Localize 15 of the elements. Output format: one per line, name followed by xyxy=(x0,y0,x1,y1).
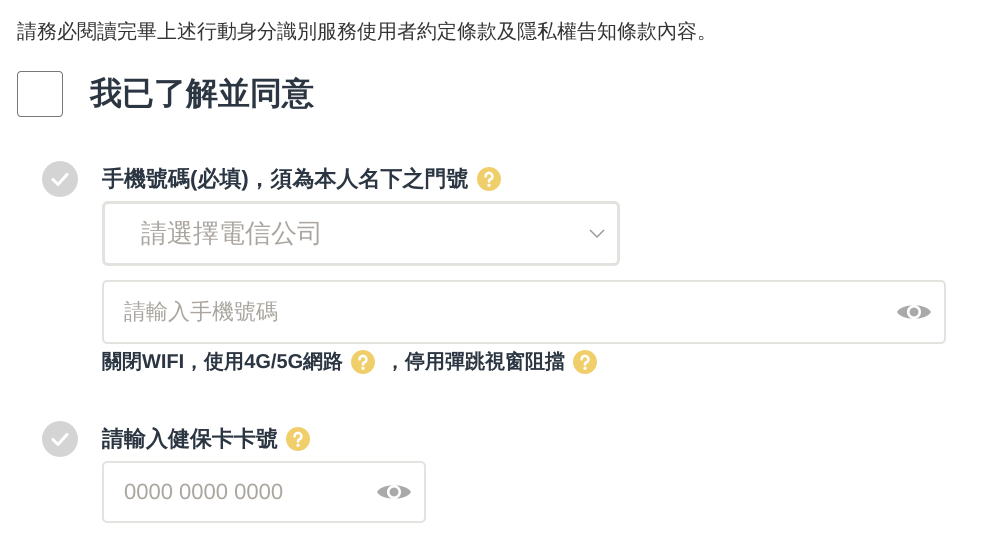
carrier-select[interactable]: 請選擇電信公司 xyxy=(102,201,620,266)
help-icon[interactable] xyxy=(351,350,376,374)
step-label: 手機號碼(必填)，須為本人名下之門號 xyxy=(102,165,469,193)
input-field[interactable]: 請輸入手機號碼 xyxy=(102,280,946,344)
step-label: 請輸入健保卡卡號 xyxy=(102,425,278,453)
help-icon[interactable] xyxy=(573,350,598,374)
help-icon[interactable] xyxy=(476,167,501,191)
note-text: 關閉WIFI，使用4G/5G網路 xyxy=(102,350,344,375)
help-icon[interactable] xyxy=(286,427,310,451)
agree-label: 我已了解並同意 xyxy=(90,74,314,113)
notice-text: 請務必閱讀完畢上述行動身分識別服務使用者約定條款及隱私權告知條款內容。 xyxy=(17,20,718,45)
note-text: ，停用彈跳視窗阻擋 xyxy=(385,350,566,375)
input-field[interactable]: 0000 0000 0000 xyxy=(102,461,426,523)
caret-icon xyxy=(589,228,605,238)
agree-checkbox[interactable] xyxy=(17,71,63,117)
